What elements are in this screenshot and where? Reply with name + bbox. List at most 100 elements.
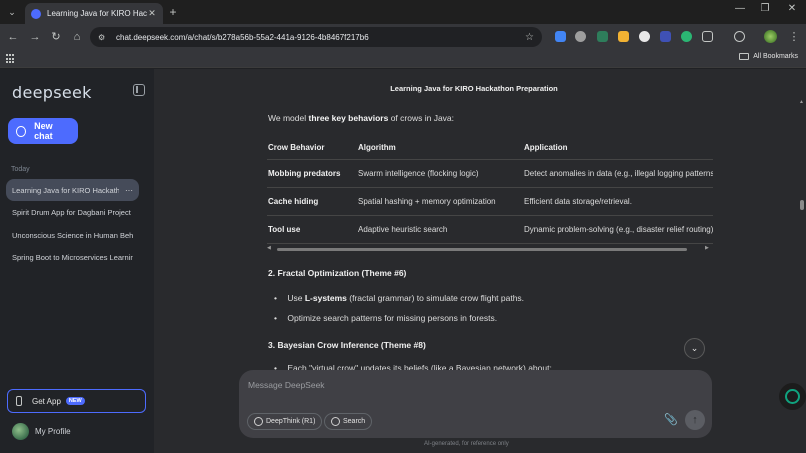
bookmarks-bar: All Bookmarks — [0, 50, 806, 68]
send-button[interactable]: ↑ — [685, 410, 705, 430]
more-options-icon[interactable]: ··· — [125, 186, 133, 195]
tab-search-icon[interactable]: ⌄ — [4, 4, 20, 20]
bold-text: three key behaviors — [308, 113, 389, 123]
list-item: Use L-systems (fractal grammar) to simul… — [274, 293, 524, 303]
table-row: Cache hiding Spatial hashing + memory op… — [267, 187, 713, 216]
minimize-button[interactable]: — — [730, 3, 750, 14]
scroll-up-icon[interactable]: ▲ — [799, 99, 804, 105]
table-cell: Swarm intelligence (flocking logic) — [357, 159, 523, 188]
table-header-row: Crow Behavior Algorithm Application — [267, 137, 713, 160]
extension-icon[interactable] — [575, 31, 586, 42]
phone-icon — [16, 396, 22, 406]
extension-icon[interactable] — [555, 31, 566, 42]
extension-icon[interactable] — [618, 31, 629, 42]
tab-close-icon[interactable]: ✕ — [147, 8, 157, 19]
page-title: Learning Java for KIRO Hackathon Prepara… — [390, 84, 558, 93]
extension-icon[interactable] — [681, 31, 692, 42]
all-bookmarks-button[interactable]: All Bookmarks — [739, 53, 798, 60]
column-header: Application — [523, 137, 713, 160]
reload-icon[interactable]: ↻ — [49, 30, 63, 44]
bold-text: L-systems — [304, 293, 347, 303]
table-cell: Adaptive heuristic search — [357, 215, 523, 244]
section-heading: 2. Fractal Optimization (Theme #6) — [268, 268, 407, 278]
extension-icon[interactable] — [597, 31, 608, 42]
new-badge: NEW — [65, 397, 85, 405]
table-horizontal-scrollbar[interactable]: ◀ ▶ — [267, 245, 713, 253]
deepthink-label: DeepThink (R1) — [266, 418, 316, 425]
section-today-label: Today — [11, 166, 30, 173]
message-paragraph: We model three key behaviors of crows in… — [268, 113, 454, 123]
column-header: Crow Behavior — [267, 137, 357, 160]
deepseek-logo: deepseek — [12, 83, 92, 102]
site-info-icon[interactable]: ⚙ — [98, 33, 110, 42]
restore-button[interactable]: ❐ — [755, 3, 775, 14]
search-button[interactable]: Search — [324, 413, 373, 430]
browser-tab-bar: ⌄ Learning Java for KIRO Hackathon ✕ + —… — [0, 0, 806, 24]
deepthink-button[interactable]: DeepThink (R1) — [247, 413, 323, 430]
forward-icon[interactable]: → — [28, 30, 42, 44]
history-icon[interactable] — [734, 31, 745, 42]
extension-icon[interactable] — [660, 31, 671, 42]
extensions-puzzle-icon[interactable] — [702, 31, 713, 42]
chat-history-item[interactable]: Unconscious Science in Human Behavior — [6, 224, 139, 246]
folder-icon — [739, 53, 750, 60]
address-bar[interactable]: ⚙ chat.deepseek.com/a/chat/s/b278a56b-55… — [90, 27, 542, 47]
globe-icon — [331, 417, 340, 426]
tab-title: Learning Java for KIRO Hackathon — [47, 9, 147, 18]
chat-history-item[interactable]: Learning Java for KIRO Hackathon ··· — [6, 179, 139, 201]
table-cell: Spatial hashing + memory optimization — [357, 187, 523, 216]
new-chat-icon — [16, 125, 27, 137]
browser-toolbar: ← → ↻ ⌂ ⚙ chat.deepseek.com/a/chat/s/b27… — [0, 24, 806, 50]
get-app-button[interactable]: Get App NEW — [7, 389, 146, 413]
text-span: (fractal grammar) to simulate crow fligh… — [346, 293, 525, 303]
chat-title: Unconscious Science in Human Behavior — [12, 230, 133, 240]
new-chat-label: New chat — [34, 121, 53, 141]
extension-icon[interactable] — [639, 31, 650, 42]
scrollbar-thumb[interactable] — [800, 200, 804, 210]
collapse-sidebar-icon[interactable] — [133, 84, 145, 96]
table-row: Tool use Adaptive heuristic search Dynam… — [267, 215, 713, 244]
section-heading: 3. Bayesian Crow Inference (Theme #8) — [268, 340, 426, 350]
scrollbar-thumb[interactable] — [277, 248, 687, 251]
new-chat-button[interactable]: New chat — [8, 118, 78, 144]
search-label: Search — [343, 418, 366, 425]
all-bookmarks-label: All Bookmarks — [753, 53, 798, 60]
chat-title: Learning Java for KIRO Hackathon — [12, 185, 119, 195]
chat-history-item[interactable]: Spirit Drum App for Dagbani Project — [6, 202, 139, 224]
deepthink-icon — [254, 417, 263, 426]
new-tab-button[interactable]: + — [166, 4, 180, 20]
profile-avatar-icon[interactable] — [764, 30, 777, 43]
chat-main: Learning Java for KIRO Hackathon Prepara… — [154, 69, 806, 453]
apps-grid-icon[interactable] — [6, 54, 16, 64]
behaviors-table: Crow Behavior Algorithm Application Mobb… — [267, 137, 713, 244]
chat-history-item[interactable]: Spring Boot to Microservices Learning — [6, 247, 139, 269]
text-span: We model — [268, 113, 309, 123]
profile-label: My Profile — [35, 427, 71, 436]
table-cell: Tool use — [267, 215, 357, 244]
chatgpt-icon — [785, 389, 800, 404]
bookmark-star-icon[interactable]: ☆ — [525, 32, 534, 43]
message-input[interactable]: Message DeepSeek — [248, 380, 325, 390]
table-cell: Dynamic problem-solving (e.g., disaster … — [523, 215, 713, 244]
attach-paperclip-icon[interactable]: 📎 — [664, 413, 678, 426]
my-profile-button[interactable]: My Profile — [12, 423, 71, 440]
text-span: Optimize search patterns for missing per… — [287, 313, 498, 323]
home-icon[interactable]: ⌂ — [70, 30, 84, 44]
scroll-right-icon[interactable]: ▶ — [705, 245, 709, 251]
table-cell: Cache hiding — [267, 187, 357, 216]
table-cell: Mobbing predators — [267, 159, 357, 188]
window-close-button[interactable]: ✕ — [782, 3, 802, 14]
browser-tab[interactable]: Learning Java for KIRO Hackathon ✕ — [25, 3, 163, 24]
vertical-scrollbar[interactable]: ▲ — [799, 99, 805, 419]
table-cell: Efficient data storage/retrieval. — [523, 187, 713, 216]
browser-menu-icon[interactable]: ⋮ — [787, 30, 801, 44]
assistant-extension-icon[interactable] — [779, 383, 806, 410]
message-composer[interactable]: Message DeepSeek DeepThink (R1) Search 📎… — [239, 370, 712, 438]
scroll-to-bottom-button[interactable]: ⌄ — [684, 338, 705, 359]
deepseek-favicon-icon — [31, 8, 41, 19]
get-app-label: Get App — [32, 396, 61, 406]
scroll-left-icon[interactable]: ◀ — [267, 245, 271, 251]
back-icon[interactable]: ← — [6, 30, 20, 44]
list-item: Optimize search patterns for missing per… — [274, 313, 497, 323]
text-span: Use — [287, 293, 305, 303]
